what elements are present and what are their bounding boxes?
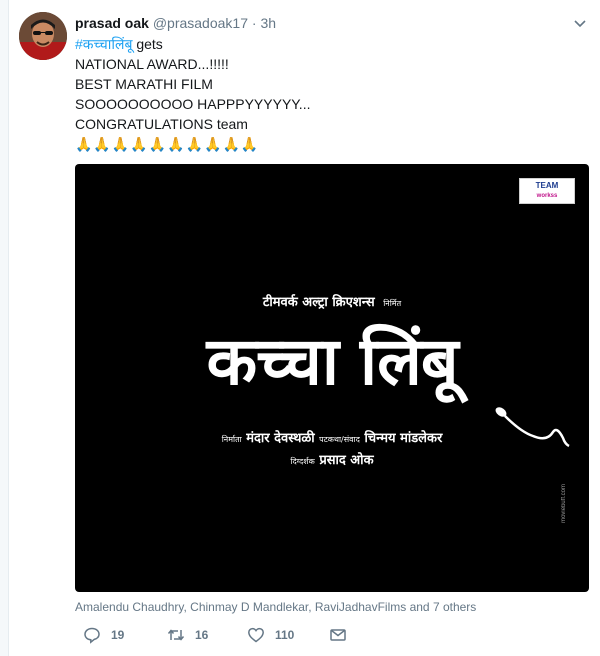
tagged-users[interactable]: Amalendu Chaudhry, Chinmay D Mandlekar, … bbox=[75, 600, 476, 614]
retweet-count: 16 bbox=[195, 628, 209, 642]
poster-credits: निर्माता मंदार देवस्थळी पटकथा/संवाद चिन्… bbox=[75, 428, 589, 446]
tweet-text: #कच्चालिंबू gets NATIONAL AWARD...!!!!! … bbox=[75, 34, 310, 154]
producer-name: मंदार देवस्थळी bbox=[246, 431, 315, 446]
reply-icon bbox=[84, 627, 100, 644]
logo-line-1: TEAM bbox=[535, 181, 559, 190]
avatar[interactable] bbox=[19, 12, 67, 60]
author-name[interactable]: prasad oak bbox=[75, 15, 149, 31]
like-count: 110 bbox=[275, 628, 295, 642]
poster-director: दिग्दर्शक प्रसाद ओक bbox=[75, 450, 589, 468]
presents-small: निर्मित bbox=[383, 299, 402, 308]
tweet-line-4: SOOOOOOOOOO HAPPPYYYYYY... bbox=[75, 96, 311, 112]
separator-dot: · bbox=[251, 15, 257, 31]
poster-presents: टीमवर्क अल्ट्रा क्रिएशन्स निर्मित bbox=[75, 292, 589, 310]
logo-line-2: workss bbox=[536, 193, 558, 199]
film-title: कच्चा लिंबू bbox=[206, 323, 458, 400]
team-logo: TEAM workss bbox=[519, 178, 575, 204]
tweet-line-1: #कच्चालिंबू gets bbox=[75, 34, 310, 54]
heart-icon bbox=[248, 627, 264, 643]
director-label: दिग्दर्शक bbox=[290, 457, 315, 466]
director-name: प्रसाद ओक bbox=[319, 453, 374, 468]
tweet-header: prasad oak @prasadoak17 · 3h bbox=[75, 14, 276, 32]
reply-button[interactable]: 19 bbox=[83, 626, 124, 644]
emoji-row: 🙏🙏🙏🙏🙏🙏🙏🙏🙏🙏 bbox=[75, 136, 260, 152]
tweet-line-5: CONGRATULATIONS team bbox=[75, 116, 248, 132]
retweet-icon bbox=[167, 629, 185, 641]
direct-message-button[interactable] bbox=[329, 626, 357, 644]
writer-label: पटकथा/संवाद bbox=[319, 435, 360, 444]
watermark-text: moviebuff.com bbox=[561, 484, 567, 523]
retweet-button[interactable]: 16 bbox=[167, 626, 208, 644]
envelope-icon bbox=[330, 629, 346, 641]
chevron-down-icon[interactable] bbox=[572, 16, 588, 32]
writer-name: चिन्मय मांडलेकर bbox=[364, 431, 443, 446]
tweet-timestamp[interactable]: 3h bbox=[260, 15, 276, 31]
like-button[interactable]: 110 bbox=[247, 626, 294, 644]
tweet-actions: 19 16 110 bbox=[75, 626, 395, 646]
tweet-line-3: BEST MARATHI FILM bbox=[75, 76, 213, 92]
tweet-card[interactable]: prasad oak @prasadoak17 · 3h #कच्चालिंबू… bbox=[8, 0, 600, 656]
tweet-text-fragment: gets bbox=[136, 36, 163, 52]
producer-label: निर्माता bbox=[221, 435, 242, 444]
hashtag-link[interactable]: #कच्चालिंबू bbox=[75, 36, 132, 52]
user-avatar-photo bbox=[19, 12, 67, 60]
reply-count: 19 bbox=[111, 628, 125, 642]
tweet-image[interactable]: TEAM workss टीमवर्क अल्ट्रा क्रिएशन्स नि… bbox=[75, 164, 589, 592]
author-handle[interactable]: @prasadoak17 bbox=[153, 15, 248, 31]
tweet-line-2: NATIONAL AWARD...!!!!! bbox=[75, 56, 229, 72]
presents-main: टीमवर्क अल्ट्रा क्रिएशन्स bbox=[262, 295, 375, 310]
